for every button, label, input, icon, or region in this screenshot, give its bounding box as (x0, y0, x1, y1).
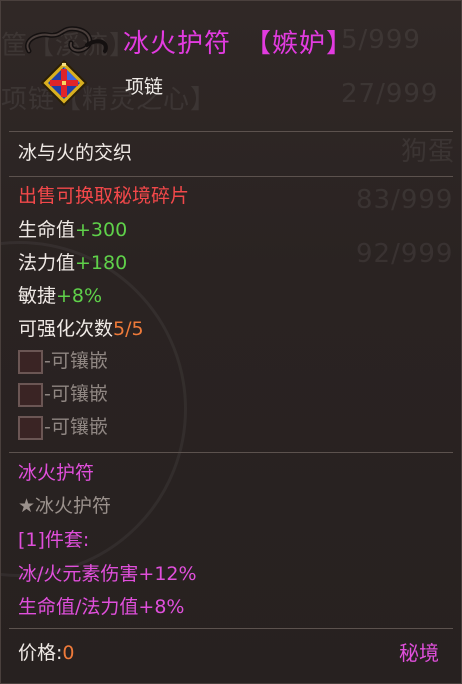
divider (9, 176, 453, 177)
item-name: 冰火护符 (123, 29, 232, 59)
amulet-icon (40, 59, 88, 107)
price-label: 价格: (18, 642, 63, 664)
set-bonus: 冰/火元素伤害+12% (18, 563, 197, 585)
set-bonus: 生命值/法力值+8% (18, 596, 185, 618)
empty-socket-icon (18, 349, 43, 374)
stat-row: 敏捷+8% (18, 284, 102, 308)
divider (9, 628, 453, 629)
background-ghost-text: 27/999 (341, 79, 439, 109)
empty-socket-icon (18, 415, 43, 440)
enhance-row: 可强化次数5/5 (18, 317, 144, 341)
background-ghost-text: 92/999 (356, 239, 454, 269)
socket-label: -可镶嵌 (44, 416, 108, 438)
socket-label: -可镶嵌 (44, 350, 108, 372)
stat-label: 法力值 (18, 252, 76, 274)
item-description: 冰与火的交织 (18, 142, 133, 164)
stat-row: 法力值+180 (18, 251, 127, 275)
item-tooltip: 筐【溪流】 5/999 项链【精灵之心】 27/999 狗蛋 83/999 92… (0, 0, 462, 684)
gem-socket[interactable]: -可镶嵌 (18, 414, 108, 440)
enhance-value: 5/5 (113, 318, 144, 340)
stat-value: +8% (56, 285, 103, 307)
stat-row: 生命值+300 (18, 218, 127, 242)
divider (9, 452, 453, 453)
item-title: 冰火护符 【嫉妒】 (123, 23, 353, 60)
stat-value: +300 (75, 219, 128, 241)
background-ghost-text: 狗蛋 (401, 137, 456, 167)
gem-socket[interactable]: -可镶嵌 (18, 381, 108, 407)
background-ghost-text: 项链【精灵之心】 (1, 85, 218, 115)
sell-note: 出售可换取秘境碎片 (18, 185, 190, 207)
stat-label: 敏捷 (18, 285, 57, 307)
enhance-label: 可强化次数 (18, 318, 114, 340)
empty-socket-icon (18, 382, 43, 407)
price-value: 0 (62, 642, 75, 664)
socket-label: -可镶嵌 (44, 383, 108, 405)
stat-value: +180 (75, 252, 128, 274)
price: 价格:0 (18, 638, 75, 665)
set-bonus-header: [1]件套: (18, 529, 90, 551)
background-ghost-text: 83/999 (356, 185, 454, 215)
item-type: 项链 (125, 76, 164, 98)
divider (9, 131, 453, 132)
set-name: 冰火护符 (18, 462, 95, 484)
region-tag: 秘境 (399, 641, 439, 665)
set-member: ★冰火护符 (18, 495, 112, 517)
stat-label: 生命值 (18, 219, 76, 241)
item-rarity-tag: 【嫉妒】 (245, 29, 354, 59)
gem-socket[interactable]: -可镶嵌 (18, 348, 108, 374)
